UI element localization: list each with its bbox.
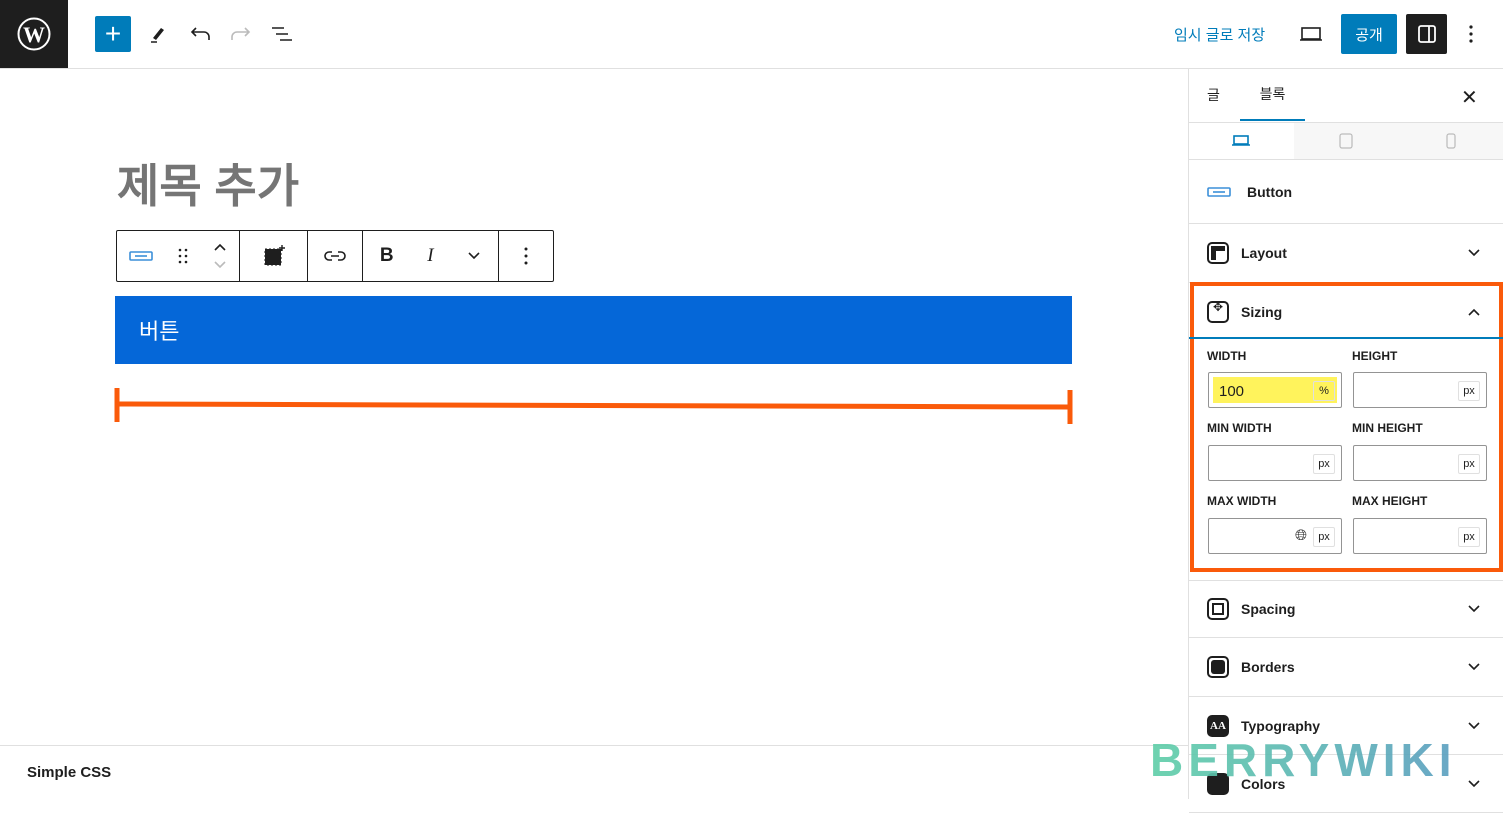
button-block-icon (1207, 187, 1231, 197)
min-width-input[interactable]: px (1208, 445, 1342, 481)
mobile-icon (1446, 133, 1456, 149)
width-label: WIDTH (1207, 349, 1247, 363)
chevron-down-icon[interactable] (467, 251, 481, 261)
svg-text:W: W (23, 22, 45, 47)
chevron-down-icon (1468, 605, 1480, 613)
block-card: Button (1189, 161, 1503, 224)
max-width-input[interactable]: 🌐︎ px (1208, 518, 1342, 554)
select-parent-icon[interactable] (262, 244, 286, 268)
sidebar-icon (1417, 25, 1436, 43)
tab-post[interactable]: 글 (1207, 69, 1220, 121)
preview-button[interactable] (1293, 16, 1329, 52)
options-group (499, 231, 553, 281)
max-height-input[interactable]: px (1353, 518, 1487, 554)
max-height-unit-select[interactable]: px (1458, 527, 1480, 547)
editor-footer: Simple CSS (0, 745, 1188, 799)
spacing-panel[interactable]: Spacing (1189, 580, 1503, 638)
close-sidebar-button[interactable]: ✕ (1461, 85, 1478, 110)
max-width-label: MAX WIDTH (1207, 494, 1277, 508)
desktop-icon (1232, 135, 1251, 146)
chevron-down-icon (1468, 721, 1480, 729)
block-toolbar: B I (116, 230, 554, 282)
options-button[interactable] (1453, 16, 1489, 52)
post-title-input[interactable]: 제목 추가 (117, 150, 299, 216)
min-height-input[interactable]: px (1353, 445, 1487, 481)
format-group: B I (363, 231, 499, 281)
more-vertical-icon (1469, 25, 1473, 43)
publish-button[interactable]: 공개 (1341, 14, 1397, 54)
italic-icon[interactable]: I (427, 245, 433, 267)
button-block[interactable]: 버튼 (115, 296, 1072, 364)
top-toolbar: W + 임시 글로 저장 공개 (0, 0, 1503, 69)
drag-handle-icon[interactable] (178, 247, 188, 265)
add-block-button[interactable]: + (95, 16, 131, 52)
width-group (240, 231, 308, 281)
footer-label: Simple CSS (27, 764, 112, 781)
chevron-down-icon (1468, 663, 1480, 671)
max-height-label: MAX HEIGHT (1352, 494, 1428, 508)
height-unit-select[interactable]: px (1458, 381, 1480, 401)
width-input[interactable]: 100 % (1208, 372, 1342, 408)
tools-button[interactable] (140, 16, 176, 52)
min-width-label: MIN WIDTH (1207, 421, 1272, 435)
watermark: BERRYWIKI (1150, 734, 1457, 786)
min-height-label: MIN HEIGHT (1352, 421, 1423, 435)
device-desktop[interactable] (1189, 123, 1294, 159)
block-mover-group (117, 231, 240, 281)
borders-icon (1207, 656, 1229, 678)
min-height-unit-select[interactable]: px (1458, 454, 1480, 474)
button-text[interactable]: 버튼 (139, 314, 179, 346)
sizing-panel-toggle[interactable]: ✥ Sizing (1189, 286, 1503, 339)
height-label: HEIGHT (1352, 349, 1398, 363)
globe-icon[interactable]: 🌐︎ (1295, 527, 1307, 544)
undo-icon (190, 27, 210, 40)
device-tablet[interactable] (1293, 123, 1399, 159)
tablet-icon (1339, 133, 1353, 149)
more-vertical-icon[interactable] (524, 247, 528, 265)
save-draft-button[interactable]: 임시 글로 저장 (1174, 24, 1265, 45)
redo-icon (231, 27, 251, 40)
button-block-icon[interactable] (129, 250, 154, 262)
layout-icon (1207, 242, 1229, 264)
redo-button[interactable] (222, 16, 258, 52)
width-unit-select[interactable]: % (1313, 381, 1335, 401)
borders-panel[interactable]: Borders (1189, 638, 1503, 697)
settings-toggle-button[interactable] (1406, 14, 1447, 54)
sizing-icon: ✥ (1207, 300, 1229, 323)
document-overview-button[interactable] (264, 16, 300, 52)
tab-block[interactable]: 블록 (1240, 69, 1305, 121)
pencil-icon (151, 28, 164, 43)
spacing-label: Spacing (1241, 601, 1296, 617)
wordpress-logo-button[interactable]: W (0, 0, 68, 68)
link-icon[interactable] (324, 250, 346, 262)
link-group (308, 231, 363, 281)
chevron-up-icon (1468, 308, 1480, 316)
bold-icon[interactable]: B (380, 245, 394, 267)
spacing-icon (1207, 598, 1229, 620)
height-input[interactable]: px (1353, 372, 1487, 408)
chevron-down-icon (1468, 779, 1480, 787)
list-view-icon (272, 27, 292, 41)
chevron-down-icon (1468, 249, 1480, 257)
undo-button[interactable] (183, 16, 219, 52)
block-name: Button (1247, 184, 1293, 200)
sizing-label: Sizing (1241, 303, 1283, 320)
close-icon: ✕ (1461, 87, 1478, 109)
borders-label: Borders (1241, 659, 1295, 675)
width-annotation-arrow (114, 388, 1073, 424)
device-switcher (1189, 122, 1503, 160)
laptop-icon (1300, 27, 1322, 41)
max-width-unit-select[interactable]: px (1313, 527, 1335, 547)
plus-icon: + (104, 18, 122, 49)
layout-label: Layout (1241, 245, 1287, 261)
device-mobile[interactable] (1398, 123, 1503, 159)
layout-panel[interactable]: Layout (1189, 224, 1503, 283)
typography-label: Typography (1241, 717, 1321, 734)
settings-sidebar: 글 블록 ✕ Button Layout ✥ Sizing WIDTH HEIG… (1188, 69, 1503, 813)
min-width-unit-select[interactable]: px (1313, 454, 1335, 474)
wordpress-icon: W (17, 17, 51, 51)
move-up-down-icon[interactable] (213, 242, 227, 270)
